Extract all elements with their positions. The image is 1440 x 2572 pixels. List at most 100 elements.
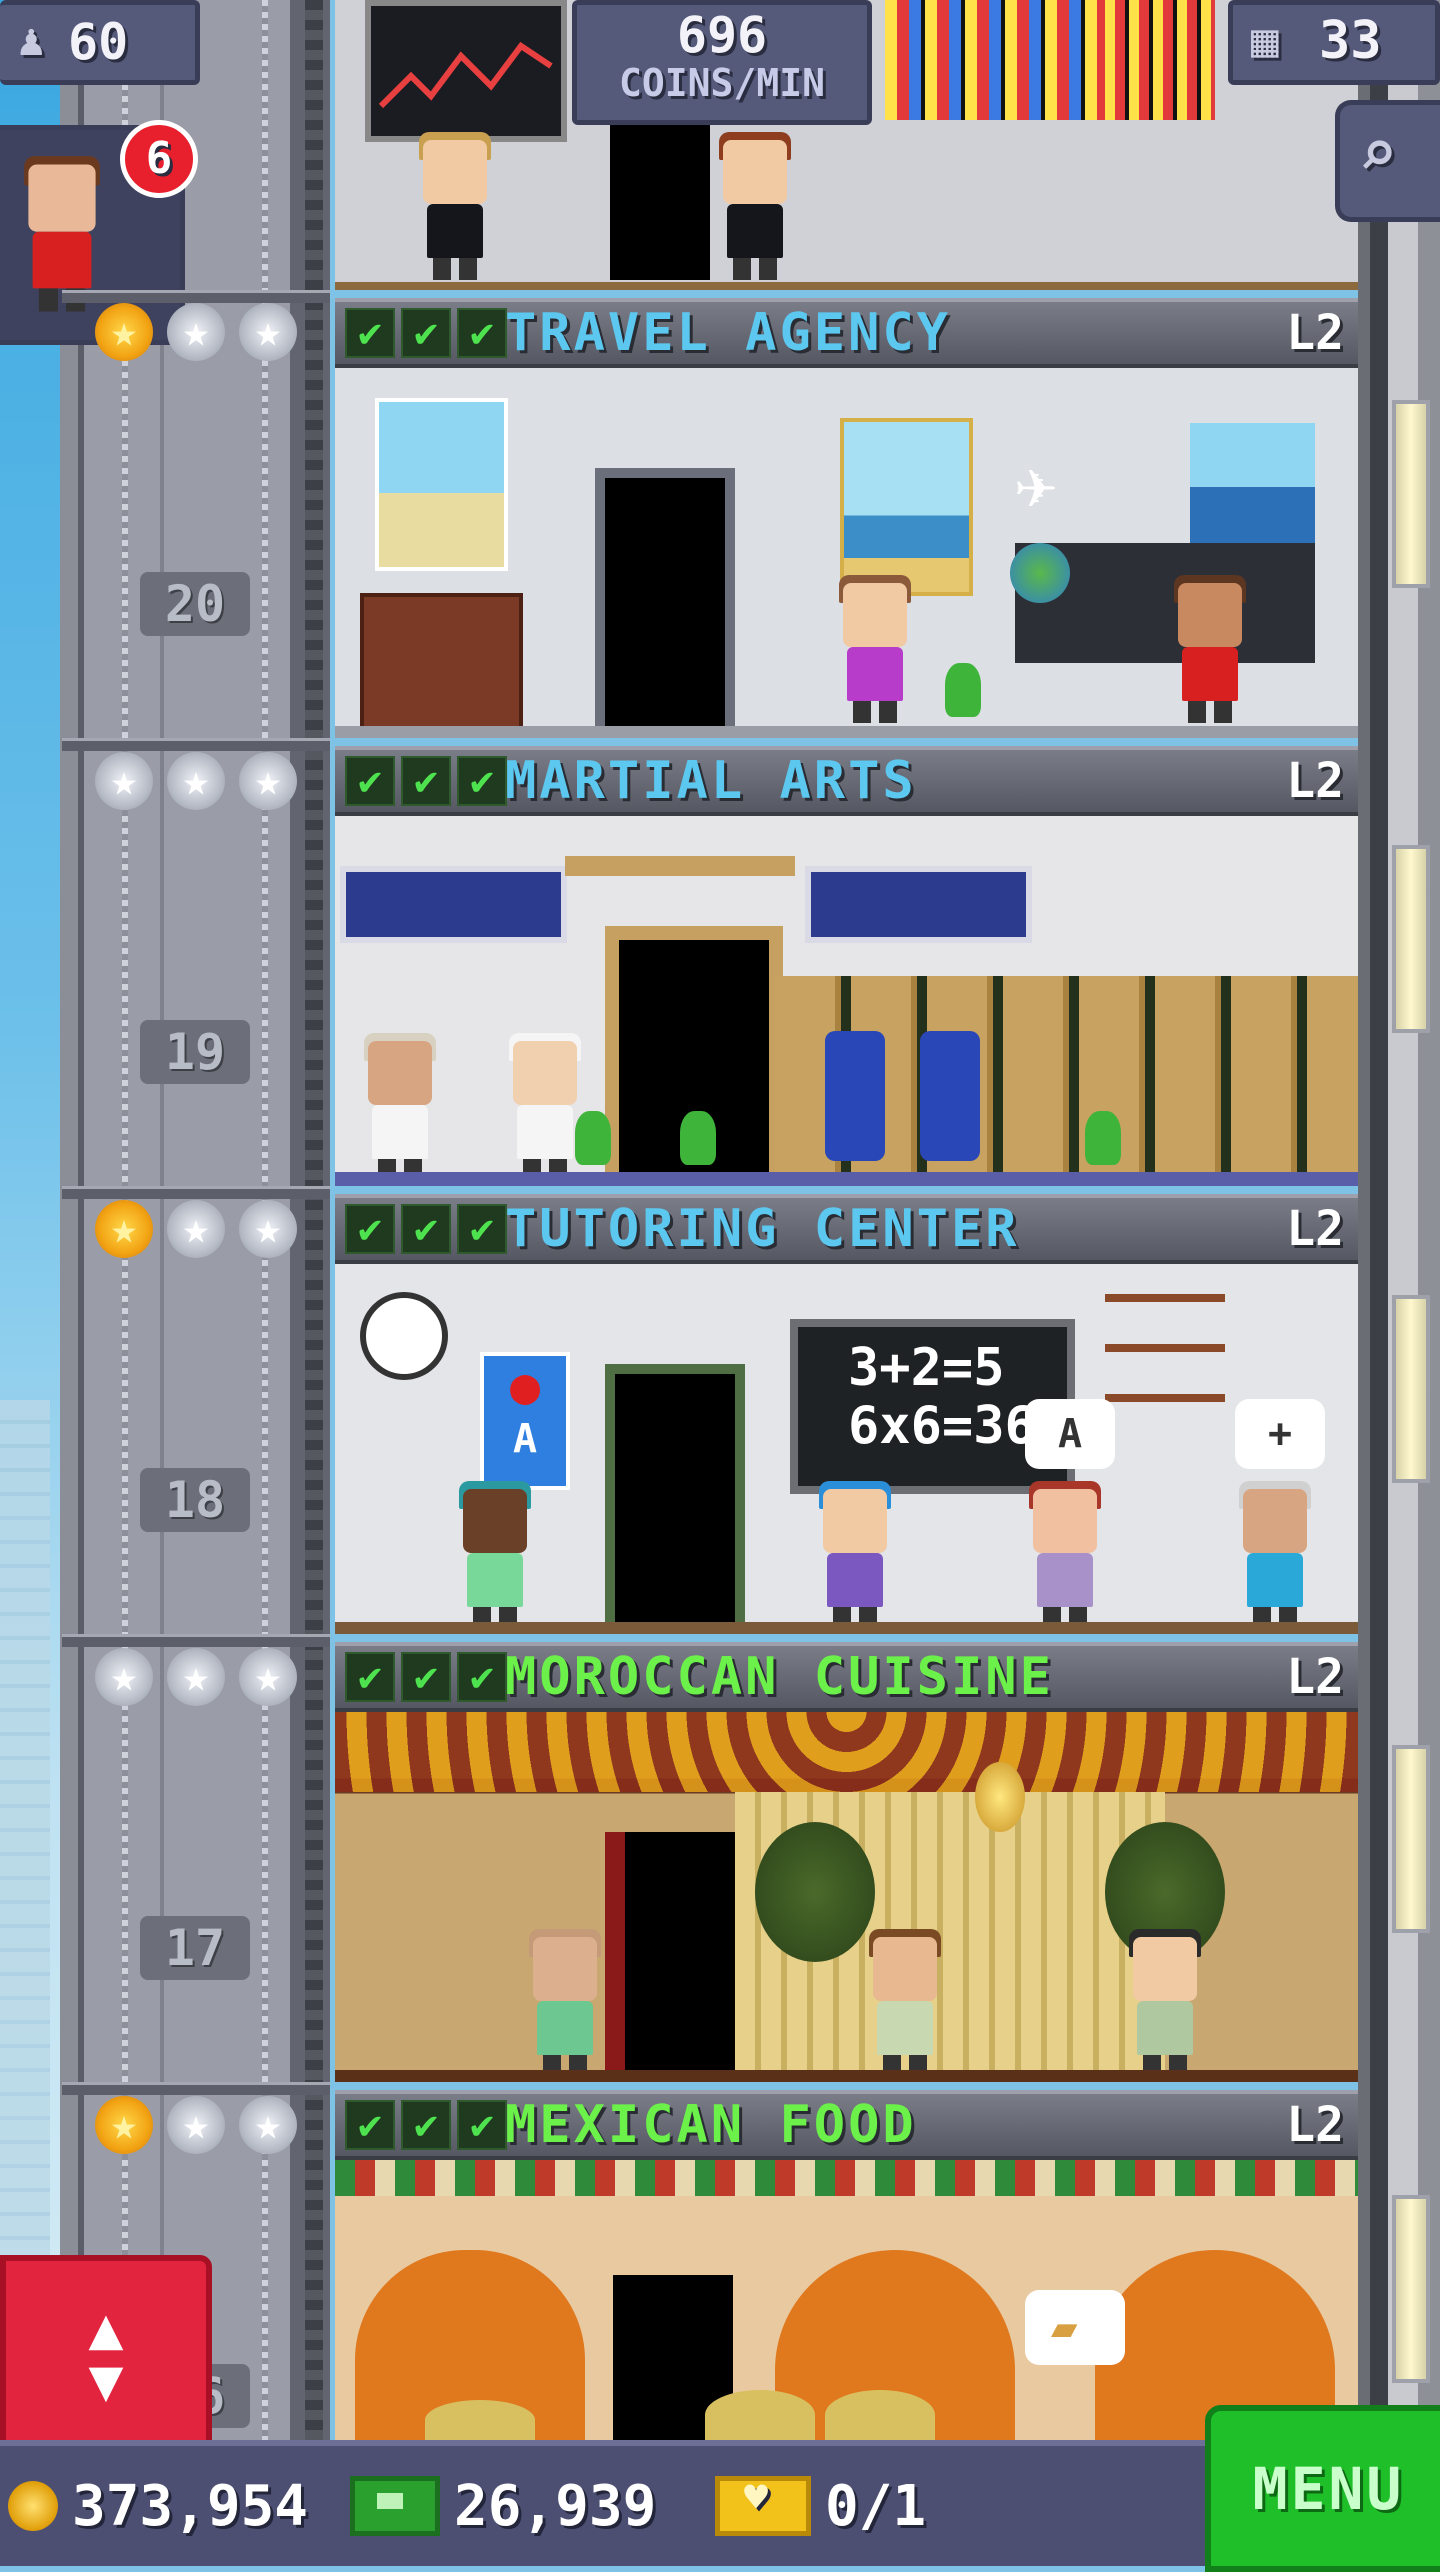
floor-number: 18 <box>140 1468 250 1532</box>
elevator-button[interactable]: ▲ ▼ <box>0 2255 212 2452</box>
floor-name: MARTIAL ARTS <box>505 751 917 811</box>
floor-level: L2 <box>1286 1649 1344 1705</box>
floor-header-tutoring-center[interactable]: ✔ ✔ ✔ TUTORING CENTER L2 <box>335 1194 1358 1264</box>
room-martial-arts[interactable] <box>335 816 1358 1186</box>
bux-display[interactable]: 26,939 <box>350 2446 656 2566</box>
papel-picado-border <box>335 2160 1358 2196</box>
speech-bubble: A <box>1025 1399 1115 1469</box>
coins-display[interactable]: 373,954 <box>8 2446 308 2566</box>
bitizen-diner[interactable] <box>525 1929 605 2077</box>
bitizen-waiter[interactable] <box>865 1929 945 2077</box>
silver-star-icon: ★ <box>167 303 225 361</box>
silver-star-icon: ★ <box>95 1648 153 1706</box>
floor-checks: ✔ ✔ ✔ <box>345 1204 507 1254</box>
silver-star-icon: ★ <box>95 752 153 810</box>
bitizen-martial-artist[interactable] <box>360 1033 440 1181</box>
room-moroccan-cuisine[interactable] <box>335 1712 1358 2082</box>
floor-name: MOROCCAN CUISINE <box>505 1647 1054 1707</box>
bitizen-tutor[interactable] <box>455 1481 535 1629</box>
sombrero-icon <box>425 2400 535 2440</box>
floor-name: MEXICAN FOOD <box>505 2095 917 2155</box>
floor-level: L2 <box>1286 1201 1344 1257</box>
punching-bag <box>825 1031 885 1161</box>
punching-bag <box>920 1031 980 1161</box>
lantern-icon <box>975 1762 1025 1832</box>
tickets-display[interactable]: 0/1 <box>715 2446 926 2566</box>
bitizen-diner[interactable] <box>1125 1929 1205 2077</box>
search-button[interactable]: ⌕ <box>1335 100 1440 222</box>
check-icon: ✔ <box>457 1652 507 1702</box>
parrot-icon <box>1085 1111 1121 1165</box>
bitizen-customer[interactable] <box>1170 575 1250 723</box>
shaft-divider <box>62 2082 330 2095</box>
floor-strip <box>335 2070 1358 2082</box>
stock-chart-icon <box>378 41 553 109</box>
floor-header-travel-agency[interactable]: ✔ ✔ ✔ TRAVEL AGENCY L2 <box>335 298 1358 368</box>
room-travel-agency[interactable]: ✈ <box>335 368 1358 738</box>
check-icon: ✔ <box>457 1204 507 1254</box>
sombrero-icon <box>705 2390 815 2440</box>
floor-checks: ✔ ✔ ✔ <box>345 2100 507 2150</box>
poster-letter: A <box>512 1416 538 1462</box>
bitizen-businessman[interactable] <box>415 132 495 280</box>
elevator-rail <box>305 0 323 2440</box>
check-icon: ✔ <box>457 2100 507 2150</box>
bubble-text: + <box>1267 1411 1293 1457</box>
coin-icon <box>8 2481 58 2531</box>
dojo-banner <box>805 866 1032 943</box>
bitizen-student[interactable] <box>1025 1481 1105 1629</box>
building-window <box>1392 1295 1430 1483</box>
floor-stars: ★ ★ ★ <box>95 303 297 361</box>
check-icon: ✔ <box>345 756 395 806</box>
building-window <box>1392 1745 1430 1933</box>
silver-star-icon: ★ <box>167 2096 225 2154</box>
floor-header-mexican-food[interactable]: ✔ ✔ ✔ MEXICAN FOOD L2 <box>335 2090 1358 2160</box>
up-down-arrows-icon: ▲ ▼ <box>88 2293 124 2414</box>
floor-counter[interactable]: ▦ 33 <box>1228 0 1440 85</box>
room-tutoring-center[interactable]: ● A 3+2=5 6x6=36 A + <box>335 1264 1358 1634</box>
population-value: 60 <box>68 13 129 71</box>
bitizen-travel-agent[interactable] <box>835 575 915 723</box>
population-counter[interactable]: ♟ 60 <box>0 0 200 85</box>
building-window <box>1392 845 1430 1033</box>
parrot-icon <box>680 1111 716 1165</box>
gold-star-icon: ★ <box>95 303 153 361</box>
check-icon: ✔ <box>401 308 451 358</box>
floor-number: 17 <box>140 1916 250 1980</box>
golden-ticket-icon <box>715 2475 811 2536</box>
speech-bubble: + <box>1235 1399 1325 1469</box>
check-icon: ✔ <box>345 308 395 358</box>
floor-header-martial-arts[interactable]: ✔ ✔ ✔ MARTIAL ARTS L2 <box>335 746 1358 816</box>
brochure-shelf <box>360 593 523 731</box>
check-icon: ✔ <box>345 1204 395 1254</box>
room-mexican-food[interactable]: ▰ <box>335 2160 1358 2440</box>
silver-star-icon: ★ <box>239 303 297 361</box>
notification-badge: 6 <box>120 120 198 198</box>
shaft-divider <box>62 290 330 303</box>
floor-strip <box>335 1622 1358 1634</box>
floor-name: TUTORING CENTER <box>505 1199 1020 1259</box>
floor-header-moroccan-cuisine[interactable]: ✔ ✔ ✔ MOROCCAN CUISINE L2 <box>335 1642 1358 1712</box>
burrito-icon: ▰ <box>1051 2302 1078 2353</box>
floor-number: 20 <box>140 572 250 636</box>
bitizen-student[interactable] <box>815 1481 895 1629</box>
beach-poster <box>375 398 508 571</box>
bitizen-martial-artist[interactable] <box>505 1033 585 1181</box>
building-window <box>1392 400 1430 588</box>
floor-stars: ★ ★ ★ <box>95 1200 297 1258</box>
silver-star-icon: ★ <box>239 2096 297 2154</box>
bitizen-student[interactable] <box>1235 1481 1315 1629</box>
check-icon: ✔ <box>345 1652 395 1702</box>
tickets-value: 0/1 <box>825 2473 927 2539</box>
floor-strip <box>335 282 1358 290</box>
population-icon: ♟ <box>18 15 45 66</box>
floor-stars: ★ ★ ★ <box>95 2096 297 2154</box>
silver-star-icon: ★ <box>239 1648 297 1706</box>
bitizen-businessman[interactable] <box>715 132 795 280</box>
parrot-icon <box>575 1111 611 1165</box>
silver-star-icon: ★ <box>167 1200 225 1258</box>
silver-star-icon: ★ <box>167 1648 225 1706</box>
menu-button[interactable]: MENU <box>1205 2405 1440 2572</box>
torii-gate-top <box>565 856 795 876</box>
dojo-banner <box>340 866 567 943</box>
